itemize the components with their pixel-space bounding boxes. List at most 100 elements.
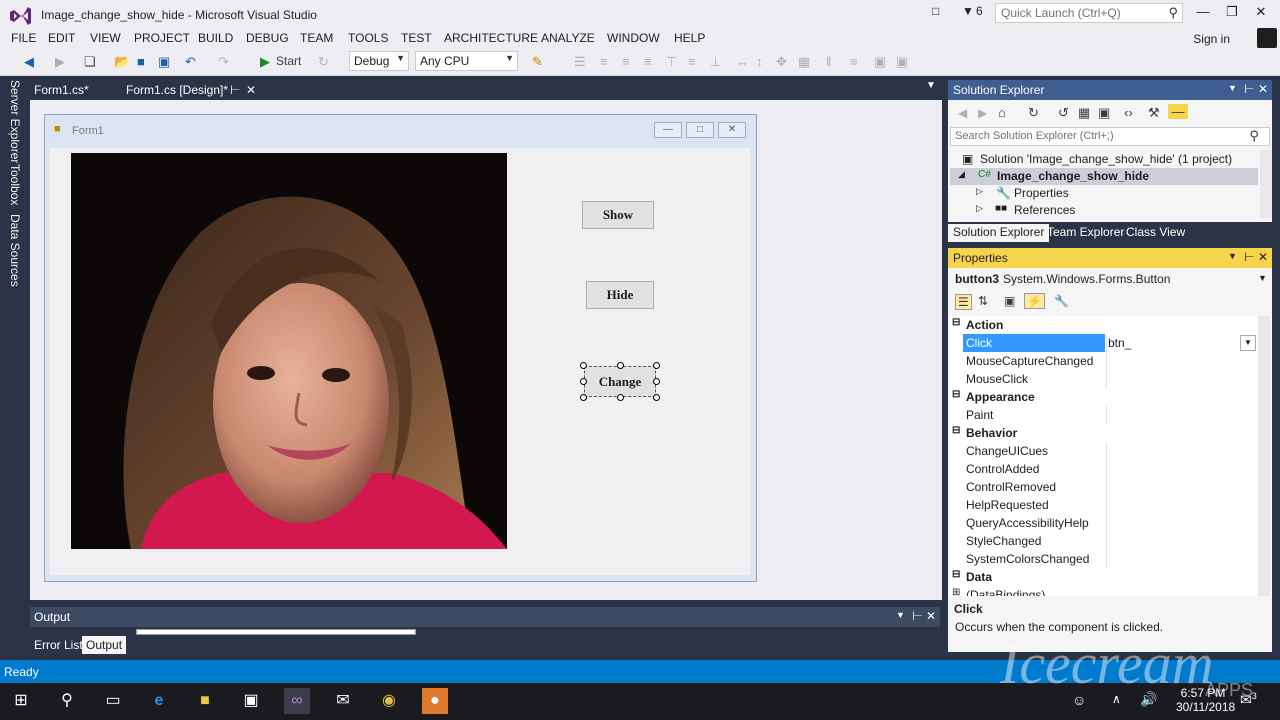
center-vertically-icon[interactable]: ▣ bbox=[896, 54, 908, 70]
property-pages-icon[interactable]: 🔧 bbox=[1054, 294, 1069, 308]
spacing-icon[interactable]: ‖ bbox=[826, 54, 831, 69]
resize-handle[interactable] bbox=[580, 378, 587, 385]
spacing-vertical-icon[interactable]: ≡ bbox=[850, 54, 858, 69]
server-explorer-tab[interactable]: Server Explorer bbox=[8, 80, 22, 163]
close-icon[interactable]: ✕ bbox=[1258, 250, 1268, 264]
tab-form1-design[interactable]: Form1.cs [Design]* bbox=[120, 80, 235, 100]
close-icon[interactable]: ✕ bbox=[926, 609, 936, 623]
menu-test[interactable]: TEST bbox=[401, 31, 432, 45]
notifications-icon[interactable]: ▼ bbox=[962, 4, 974, 18]
menu-help[interactable]: HELP bbox=[674, 31, 705, 45]
tab-form1-cs[interactable]: Form1.cs* bbox=[28, 80, 95, 100]
property-row[interactable]: MouseClick bbox=[950, 370, 1258, 388]
back-icon[interactable]: ◀ bbox=[958, 106, 967, 120]
sign-in-link[interactable]: Sign in bbox=[1193, 32, 1230, 46]
chevron-down-icon[interactable]: ▼ bbox=[1228, 83, 1237, 93]
align-to-grid-icon[interactable]: ☰ bbox=[574, 54, 586, 70]
tab-team-explorer[interactable]: Team Explorer bbox=[1042, 224, 1129, 242]
pin-icon[interactable]: ⊢ bbox=[1244, 82, 1254, 96]
category-row[interactable]: ⊟ Appearance bbox=[950, 388, 1258, 406]
property-row[interactable]: Paint bbox=[950, 406, 1258, 424]
save-all-icon[interactable]: ▣ bbox=[158, 54, 170, 70]
resize-handle[interactable] bbox=[653, 362, 660, 369]
file-explorer-icon[interactable]: ■ bbox=[192, 688, 218, 714]
tab-output[interactable]: Output bbox=[82, 636, 127, 654]
property-row[interactable]: StyleChanged bbox=[950, 532, 1258, 550]
menu-project[interactable]: PROJECT bbox=[134, 31, 190, 45]
property-row[interactable]: HelpRequested bbox=[950, 496, 1258, 514]
align-centers-icon[interactable]: ≡ bbox=[622, 54, 630, 69]
tab-class-view[interactable]: Class View bbox=[1121, 224, 1190, 242]
hide-button[interactable]: Hide bbox=[586, 281, 654, 309]
categorized-icon[interactable]: ☰ bbox=[955, 294, 972, 310]
menu-debug[interactable]: DEBUG bbox=[246, 31, 289, 45]
resize-handle[interactable] bbox=[617, 362, 624, 369]
refresh-icon[interactable]: ↺ bbox=[1058, 105, 1069, 121]
resize-handle[interactable] bbox=[617, 394, 624, 401]
find-in-files-icon[interactable]: ✎ bbox=[532, 54, 543, 70]
chevron-down-icon[interactable]: ▼ bbox=[1240, 335, 1256, 351]
collapse-icon[interactable]: ⊟ bbox=[952, 425, 960, 436]
property-row[interactable]: SystemColorsChanged bbox=[950, 550, 1258, 568]
close-button[interactable]: ✕ bbox=[1246, 4, 1276, 24]
align-tops-icon[interactable]: ⊤ bbox=[666, 54, 677, 70]
tab-solution-explorer[interactable]: Solution Explorer bbox=[948, 224, 1050, 242]
windows-start-icon[interactable]: ⊞ bbox=[8, 688, 34, 714]
home-icon[interactable]: ⌂ bbox=[998, 105, 1006, 120]
make-same-width-icon[interactable]: ↔ bbox=[736, 54, 749, 69]
start-icon[interactable]: ▶ bbox=[260, 54, 270, 70]
collapse-icon[interactable]: ⊟ bbox=[952, 389, 960, 400]
make-same-height-icon[interactable]: ↕ bbox=[756, 54, 763, 69]
collapse-all-icon[interactable]: ▦ bbox=[1078, 105, 1090, 121]
category-row[interactable]: ⊟ Data bbox=[950, 568, 1258, 586]
collapse-icon[interactable]: ⊟ bbox=[952, 569, 960, 580]
tree-item-properties[interactable]: Properties bbox=[1014, 186, 1069, 200]
back-icon[interactable]: ◀ bbox=[24, 54, 34, 70]
quick-launch-input[interactable]: Quick Launch (Ctrl+Q) ⚲ bbox=[995, 3, 1183, 23]
property-row[interactable]: MouseCaptureChanged bbox=[950, 352, 1258, 370]
preview-icon[interactable]: — bbox=[1168, 104, 1188, 119]
solution-node[interactable]: Solution 'Image_change_show_hide' (1 pro… bbox=[980, 152, 1232, 166]
resize-handle[interactable] bbox=[580, 394, 587, 401]
toolbox-tab[interactable]: Toolbox bbox=[8, 164, 22, 205]
chevron-down-icon[interactable]: ▼ bbox=[1228, 251, 1237, 261]
tab-error-list[interactable]: Error List bbox=[30, 636, 87, 654]
menu-team[interactable]: TEAM bbox=[300, 31, 333, 45]
recorder-app-icon[interactable]: ● bbox=[422, 688, 448, 714]
align-bottoms-icon[interactable]: ⊥ bbox=[710, 54, 721, 70]
menu-edit[interactable]: EDIT bbox=[48, 31, 75, 45]
new-project-icon[interactable]: ❏ bbox=[84, 54, 96, 70]
events-icon[interactable]: ⚡ bbox=[1024, 293, 1045, 309]
expand-arrow-icon[interactable]: ◢ bbox=[958, 169, 965, 180]
data-sources-tab[interactable]: Data Sources bbox=[8, 214, 22, 287]
resize-handle[interactable] bbox=[653, 394, 660, 401]
chrome-icon[interactable]: ◉ bbox=[376, 688, 402, 714]
align-lefts-icon[interactable]: ≡ bbox=[600, 54, 608, 69]
platform-select[interactable]: Any CPU ▼ bbox=[415, 51, 518, 71]
properties-icon[interactable]: ⚒ bbox=[1148, 105, 1160, 121]
align-middles-icon[interactable]: ≡ bbox=[688, 54, 696, 69]
feedback-icon[interactable]: □ bbox=[932, 4, 939, 18]
close-tab-icon[interactable]: ✕ bbox=[240, 80, 262, 100]
menu-architecture[interactable]: ARCHITECTURE bbox=[444, 31, 538, 45]
view-code-icon[interactable]: ‹› bbox=[1124, 105, 1133, 120]
search-icon[interactable]: ⚲ bbox=[54, 688, 80, 714]
forward-icon[interactable]: ▶ bbox=[55, 54, 65, 70]
chevron-down-icon[interactable]: ▼ bbox=[896, 610, 905, 620]
collapse-arrow-icon[interactable]: ▷ bbox=[976, 186, 983, 197]
menu-analyze[interactable]: ANALYZE bbox=[541, 31, 595, 45]
property-row[interactable]: ControlRemoved bbox=[950, 478, 1258, 496]
mail-icon[interactable]: ✉ bbox=[330, 688, 356, 714]
category-row[interactable]: ⊟ Action bbox=[950, 316, 1258, 334]
pin-icon[interactable]: ⊢ bbox=[1244, 250, 1254, 264]
start-button[interactable]: Start bbox=[276, 54, 301, 68]
minimize-button[interactable]: — bbox=[1188, 4, 1218, 24]
configuration-select[interactable]: Debug ▼ bbox=[349, 51, 409, 71]
menu-tools[interactable]: TOOLS bbox=[348, 31, 388, 45]
property-row[interactable]: ChangeUICues bbox=[950, 442, 1258, 460]
property-value[interactable]: btn_ bbox=[1108, 336, 1131, 350]
align-rights-icon[interactable]: ≡ bbox=[644, 54, 652, 69]
solution-search-input[interactable]: Search Solution Explorer (Ctrl+;) ⚲ bbox=[950, 127, 1270, 146]
edge-browser-icon[interactable]: e bbox=[146, 688, 172, 714]
undo-icon[interactable]: ↶ bbox=[185, 54, 196, 70]
